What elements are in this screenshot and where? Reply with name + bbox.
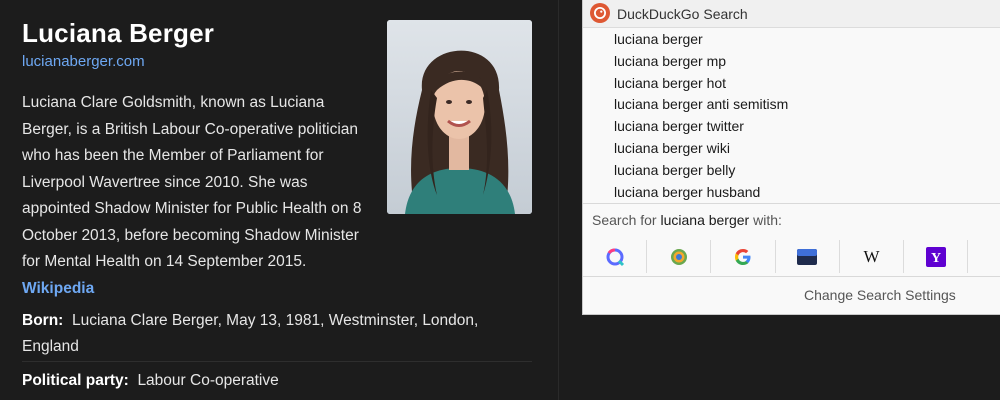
fact-party: Political party: Labour Co-operative xyxy=(22,368,279,394)
bing-icon xyxy=(797,248,818,265)
fact-party-value: Labour Co-operative xyxy=(137,372,279,389)
suggestion-item[interactable]: luciana berger mp xyxy=(583,51,1000,73)
google-icon xyxy=(735,248,751,265)
suggestion-item[interactable]: luciana berger hot xyxy=(583,73,1000,95)
engine-wikipedia-button[interactable]: W xyxy=(840,240,905,273)
suggestion-item[interactable]: luciana berger wiki xyxy=(583,138,1000,160)
fact-born: Born: Luciana Clare Berger, May 13, 1981… xyxy=(22,308,522,360)
suggestion-item[interactable]: luciana berger anti semitism xyxy=(583,94,1000,116)
dropdown-divider-bottom xyxy=(583,276,1000,277)
dropdown-header: DuckDuckGo Search xyxy=(583,0,1000,28)
search-engine-bar: W Y xyxy=(583,240,1000,273)
engine-more-button[interactable] xyxy=(968,240,1000,273)
dropdown-title: DuckDuckGo Search xyxy=(617,6,748,22)
suggestion-list: luciana berger luciana berger mp luciana… xyxy=(583,29,1000,203)
duckduckgo-icon xyxy=(590,3,610,23)
knowledge-panel: Luciana Berger lucianaberger.com Luciana… xyxy=(0,0,559,400)
yahoo-icon: Y xyxy=(925,246,946,267)
search-for-suffix: with: xyxy=(753,212,782,228)
search-for-prefix: Search for xyxy=(592,212,657,228)
fact-party-label: Political party: xyxy=(22,372,129,389)
entity-photo[interactable] xyxy=(387,20,532,214)
suggestion-item[interactable]: luciana berger xyxy=(583,29,1000,51)
portrait-image xyxy=(387,20,532,214)
engine-bing-button[interactable] xyxy=(776,240,840,273)
engine-yahoo-button[interactable]: Y xyxy=(904,240,969,273)
search-for-line: Search for luciana berger with: xyxy=(592,212,782,228)
engine-startpage-button[interactable] xyxy=(647,240,712,273)
entity-description: Luciana Clare Goldsmith, known as Lucian… xyxy=(22,90,372,302)
wikipedia-icon: W xyxy=(863,246,880,266)
suggestion-item[interactable]: luciana berger belly xyxy=(583,160,1000,182)
fact-born-label: Born: xyxy=(22,312,64,329)
suggestion-item[interactable]: luciana berger husband xyxy=(583,182,1000,204)
engine-qwant-button[interactable] xyxy=(583,240,648,273)
change-search-settings-button[interactable]: Change Search Settings xyxy=(804,287,956,303)
search-suggestions-dropdown: DuckDuckGo Search luciana berger luciana… xyxy=(582,0,1000,315)
entity-name: Luciana Berger xyxy=(22,18,215,48)
svg-text:Y: Y xyxy=(931,251,941,266)
qwant-icon xyxy=(606,248,624,266)
suggestion-item[interactable]: luciana berger twitter xyxy=(583,116,1000,138)
startpage-icon xyxy=(670,248,687,265)
engine-google-button[interactable] xyxy=(711,240,776,273)
dropdown-divider xyxy=(583,203,1000,204)
fact-divider xyxy=(22,361,532,362)
description-text: Luciana Clare Goldsmith, known as Lucian… xyxy=(22,94,362,270)
fact-born-value: Luciana Clare Berger, May 13, 1981, West… xyxy=(22,312,479,355)
search-for-query: luciana berger xyxy=(660,212,750,228)
website-link[interactable]: lucianaberger.com xyxy=(22,53,145,70)
wikipedia-link[interactable]: Wikipedia xyxy=(22,280,94,297)
